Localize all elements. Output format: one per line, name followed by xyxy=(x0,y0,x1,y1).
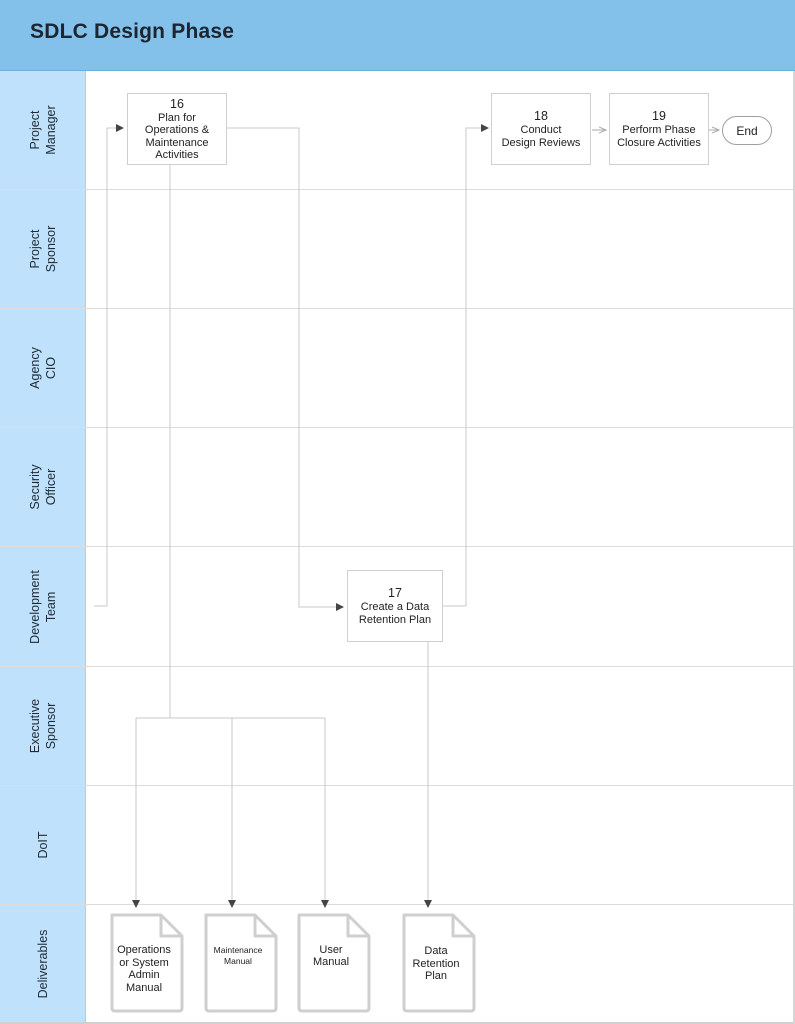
lane-label: Project Manager xyxy=(0,71,86,189)
deliverable-data-retention-plan[interactable]: Data Retention Plan xyxy=(401,912,477,1014)
lane-agency-cio: Agency CIO xyxy=(0,309,795,428)
lane-doit: DoIT xyxy=(0,786,795,905)
lane-label-text: DoIT xyxy=(35,831,50,859)
deliverable-maintenance-manual[interactable]: Maintenance Manual xyxy=(203,912,279,1014)
lane-project-sponsor: Project Sponsor xyxy=(0,190,795,309)
step-number: 17 xyxy=(388,586,402,600)
step-label: Create a Data Retention Plan xyxy=(358,601,432,626)
step-19-box[interactable]: 19 Perform Phase Closure Activities xyxy=(609,93,709,165)
deliverable-label: User Manual xyxy=(312,943,350,969)
step-number: 18 xyxy=(534,109,548,123)
lane-label: Security Officer xyxy=(0,428,86,546)
deliverable-label: Operations or System Admin Manual xyxy=(117,944,171,994)
step-number: 19 xyxy=(652,109,666,123)
lane-executive-sponsor: Executive Sponsor xyxy=(0,667,795,786)
end-terminator[interactable]: End xyxy=(722,116,772,145)
lane-label-text: Executive Sponsor xyxy=(27,698,58,754)
step-label: Plan for Operations & Maintenance Activi… xyxy=(144,111,210,162)
deliverable-user-manual[interactable]: User Manual xyxy=(296,912,372,1014)
lane-label-text: Agency CIO xyxy=(27,347,58,389)
lane-label-text: Deliverables xyxy=(35,929,50,998)
deliverable-label: Data Retention Plan xyxy=(412,945,460,983)
lane-label-text: Project Sponsor xyxy=(27,225,58,273)
diagram-title: SDLC Design Phase xyxy=(30,20,235,43)
deliverable-ops-admin-manual[interactable]: Operations or System Admin Manual xyxy=(109,912,185,1014)
step-label: Perform Phase Closure Activities xyxy=(617,124,701,149)
step-number: 16 xyxy=(170,96,184,111)
lane-security-officer: Security Officer xyxy=(0,428,795,547)
lane-label-text: Security Officer xyxy=(27,464,58,510)
lane-label: Deliverables xyxy=(0,905,86,1022)
deliverable-label: Maintenance Manual xyxy=(213,945,263,966)
lane-label: DoIT xyxy=(0,786,86,904)
lane-label: Development Team xyxy=(0,547,86,666)
lane-label-text: Project Manager xyxy=(27,105,58,155)
lane-label: Agency CIO xyxy=(0,309,86,427)
step-17-box[interactable]: 17 Create a Data Retention Plan xyxy=(347,570,443,642)
diagram-header: SDLC Design Phase xyxy=(0,0,795,71)
lane-label: Project Sponsor xyxy=(0,190,86,308)
step-16-box[interactable]: 16 Plan for Operations & Maintenance Act… xyxy=(127,93,227,165)
lane-label-text: Development Team xyxy=(27,569,58,644)
step-18-box[interactable]: 18 Conduct Design Reviews xyxy=(491,93,591,165)
step-label: Conduct Design Reviews xyxy=(501,124,581,149)
swimlanes: Project Manager Project Sponsor Agency C… xyxy=(0,71,795,1024)
lane-label: Executive Sponsor xyxy=(0,667,86,785)
